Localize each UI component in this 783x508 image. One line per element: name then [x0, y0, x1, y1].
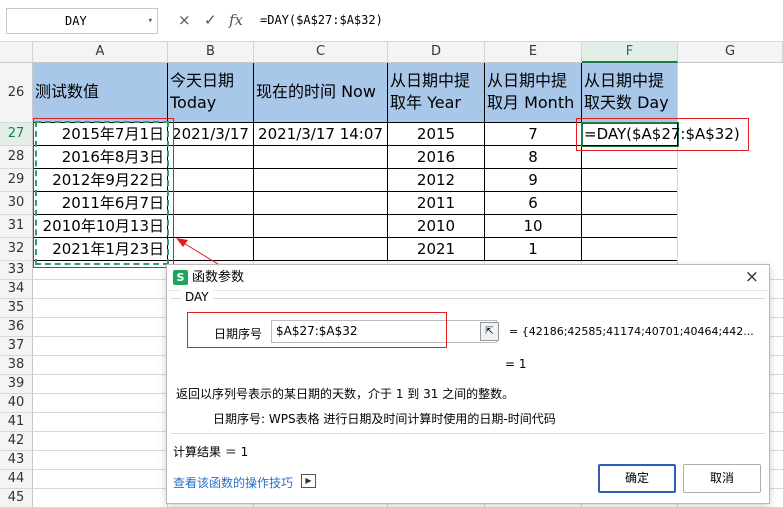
row-header-43[interactable]: 43 — [0, 451, 33, 470]
function-description: 返回以序列号表示的某日期的天数，介于 1 到 31 之间的整数。 — [176, 387, 515, 401]
cell-b31[interactable] — [168, 215, 254, 238]
row-header-45[interactable]: 45 — [0, 489, 33, 508]
col-header-a[interactable]: A — [33, 42, 168, 63]
row-header-32[interactable]: 32 — [0, 238, 33, 261]
cell-c28[interactable] — [254, 146, 388, 169]
wps-logo-icon: S — [173, 270, 188, 285]
header-cell-c[interactable]: 现在的时间 Now — [254, 63, 388, 123]
row-header-38[interactable]: 38 — [0, 356, 33, 375]
divider — [171, 433, 765, 434]
cell-a31[interactable]: 2010年10月13日 — [33, 215, 168, 238]
confirm-icon[interactable]: ✓ — [204, 10, 217, 30]
cell-a32[interactable]: 2021年1月23日 — [33, 238, 168, 261]
name-box[interactable]: DAY ▾ — [6, 8, 158, 34]
row-header-30[interactable]: 30 — [0, 192, 33, 215]
argument-description: 日期序号: WPS表格 进行日期及时间计算时使用的日期-时间代码 — [213, 412, 556, 426]
cell-f27[interactable]: =DAY($A$27:$A$32) — [582, 123, 740, 146]
function-arguments-dialog: S 函数参数 × DAY 日期序号 $A$27:$A$32 ⇱ = {42186… — [166, 264, 770, 504]
cell-e29[interactable]: 9 — [485, 169, 582, 192]
cell-d28[interactable]: 2016 — [388, 146, 485, 169]
cell-e32[interactable]: 1 — [485, 238, 582, 261]
cell-c32[interactable] — [254, 238, 388, 261]
function-name: DAY — [181, 290, 213, 304]
cell-f32[interactable] — [582, 238, 678, 261]
row-header-35[interactable]: 35 — [0, 299, 33, 318]
cell-c30[interactable] — [254, 192, 388, 215]
col-header-e[interactable]: E — [485, 42, 582, 63]
row-header-26[interactable]: 26 — [0, 63, 33, 123]
formula-bar: DAY ▾ × ✓ fx =DAY($A$27:$A$32) — [0, 0, 783, 42]
fx-icon[interactable]: fx — [229, 10, 243, 30]
dialog-title-bar[interactable]: S 函数参数 × — [167, 265, 769, 291]
cancel-button[interactable]: 取消 — [683, 464, 761, 493]
arg-input-highlight — [187, 312, 447, 348]
cell-b32[interactable] — [168, 238, 254, 261]
row-header-29[interactable]: 29 — [0, 169, 33, 192]
cancel-icon[interactable]: × — [178, 10, 191, 30]
col-header-f[interactable]: F — [582, 42, 678, 63]
help-link[interactable]: 查看该函数的操作技巧 — [173, 474, 293, 491]
cell-b30[interactable] — [168, 192, 254, 215]
header-cell-e[interactable]: 从日期中提取月 Month — [485, 63, 582, 123]
cell-f28[interactable] — [582, 146, 678, 169]
cell-c31[interactable] — [254, 215, 388, 238]
col-header-d[interactable]: D — [388, 42, 485, 63]
cell-f31[interactable] — [582, 215, 678, 238]
row-header-27[interactable]: 27 — [0, 123, 33, 146]
cell-a28[interactable]: 2016年8月3日 — [33, 146, 168, 169]
cell-d29[interactable]: 2012 — [388, 169, 485, 192]
cell-f29[interactable] — [582, 169, 678, 192]
dialog-title: 函数参数 — [192, 270, 245, 285]
header-cell-a[interactable]: 测试数值 — [33, 63, 168, 123]
select-all-corner[interactable] — [0, 42, 33, 63]
col-header-c[interactable]: C — [254, 42, 388, 63]
row-header-31[interactable]: 31 — [0, 215, 33, 238]
cell-b29[interactable] — [168, 169, 254, 192]
cell-c27[interactable]: 2021/3/17 14:07 — [254, 123, 388, 146]
cell-f30[interactable] — [582, 192, 678, 215]
header-cell-b[interactable]: 今天日期 Today — [168, 63, 254, 123]
cell-d27[interactable]: 2015 — [388, 123, 485, 146]
function-result-preview: = 1 — [505, 357, 527, 371]
formula-input[interactable]: =DAY($A$27:$A$32) — [256, 8, 776, 34]
chevron-down-icon[interactable]: ▾ — [148, 9, 153, 33]
cell-e27[interactable]: 7 — [485, 123, 582, 146]
header-cell-f[interactable]: 从日期中提取天数 Day — [582, 63, 678, 123]
close-icon[interactable]: × — [745, 267, 759, 287]
name-box-value: DAY — [65, 14, 87, 28]
cell-b27[interactable]: 2021/3/17 — [168, 123, 254, 146]
col-header-g[interactable]: G — [678, 42, 783, 63]
row-header-40[interactable]: 40 — [0, 394, 33, 413]
cell-a30[interactable]: 2011年6月7日 — [33, 192, 168, 215]
range-select-icon[interactable]: ⇱ — [480, 322, 499, 341]
ok-button[interactable]: 确定 — [598, 464, 676, 493]
cell-b28[interactable] — [168, 146, 254, 169]
cell-e31[interactable]: 10 — [485, 215, 582, 238]
cell-a29[interactable]: 2012年9月22日 — [33, 169, 168, 192]
row-header-33[interactable]: 33 — [0, 261, 33, 280]
cell-a27[interactable]: 2015年7月1日 — [33, 123, 168, 146]
cell-e30[interactable]: 6 — [485, 192, 582, 215]
col-header-b[interactable]: B — [168, 42, 254, 63]
cell-e28[interactable]: 8 — [485, 146, 582, 169]
row-header-41[interactable]: 41 — [0, 413, 33, 432]
row-header-34[interactable]: 34 — [0, 280, 33, 299]
row-header-28[interactable]: 28 — [0, 146, 33, 169]
arg-result: = {42186;42585;41174;40701;40464;442... — [509, 325, 754, 338]
cell-d30[interactable]: 2011 — [388, 192, 485, 215]
row-header-39[interactable]: 39 — [0, 375, 33, 394]
calc-result: 计算结果 ＝ 1 — [173, 445, 249, 459]
row-header-44[interactable]: 44 — [0, 470, 33, 489]
col-line-g — [677, 63, 678, 261]
row-header-36[interactable]: 36 — [0, 318, 33, 337]
header-cell-d[interactable]: 从日期中提取年 Year — [388, 63, 485, 123]
video-tip-icon[interactable]: ▶ — [301, 474, 316, 488]
cell-c29[interactable] — [254, 169, 388, 192]
row-header-42[interactable]: 42 — [0, 432, 33, 451]
cell-d31[interactable]: 2010 — [388, 215, 485, 238]
cell-d32[interactable]: 2021 — [388, 238, 485, 261]
row-header-37[interactable]: 37 — [0, 337, 33, 356]
